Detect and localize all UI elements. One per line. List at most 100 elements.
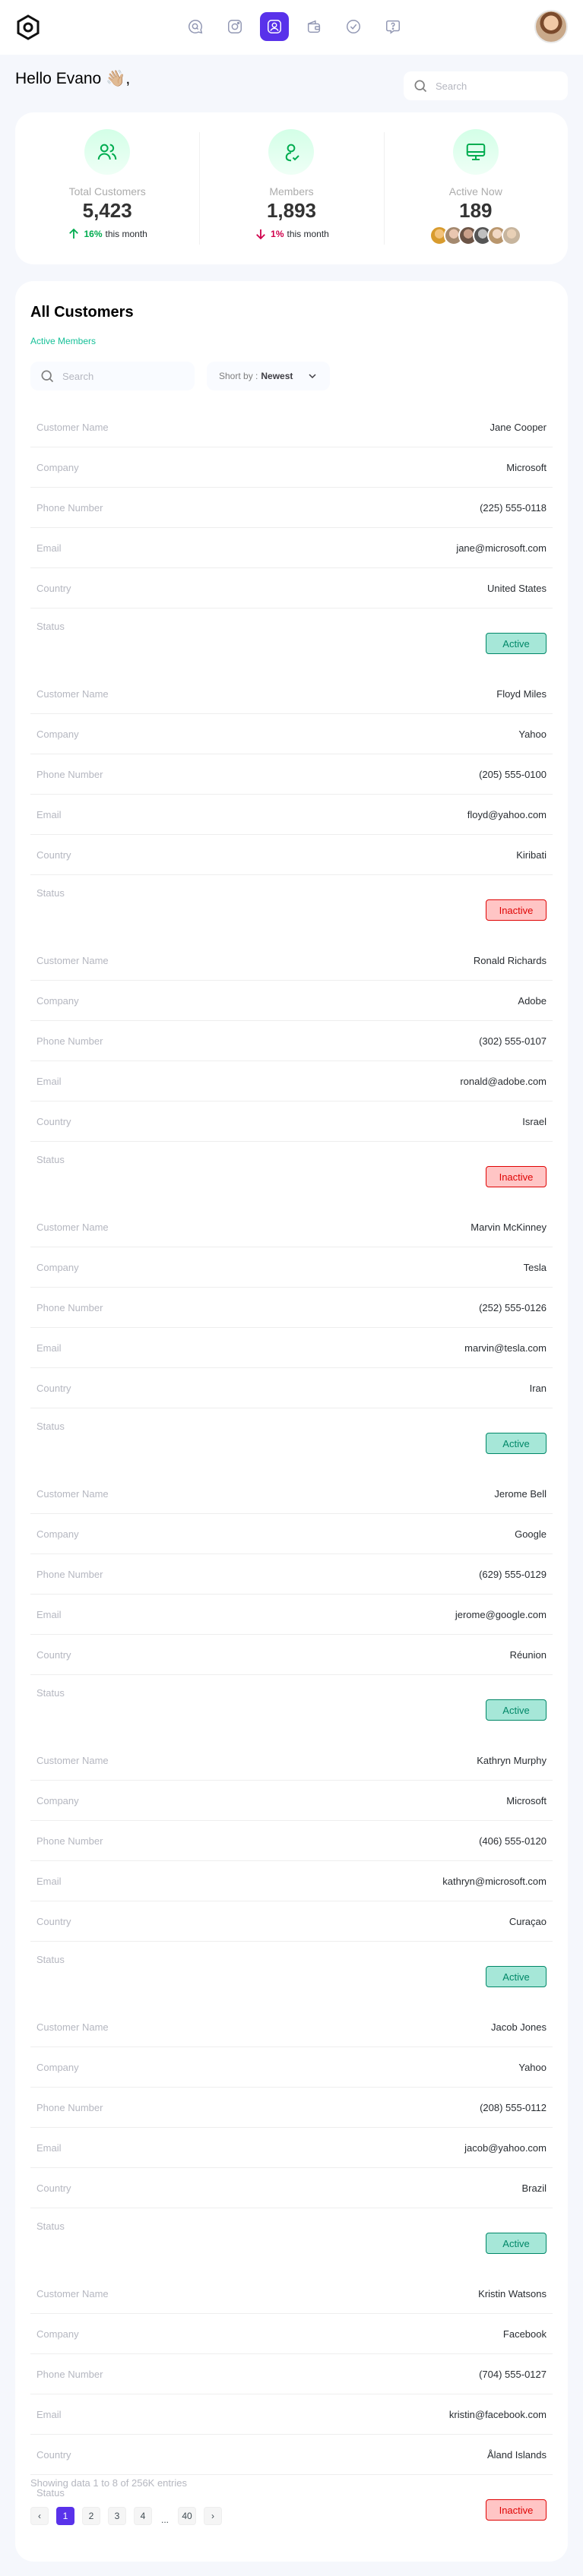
field-value-company: Tesla <box>523 1261 547 1273</box>
page-button-last[interactable]: 40 <box>178 2507 196 2525</box>
field-label: Company <box>36 1528 79 1540</box>
field-row-company: Company Yahoo <box>30 2047 553 2088</box>
stat-label: Active Now <box>448 185 502 198</box>
field-value-name: Kristin Watsons <box>478 2287 547 2299</box>
next-page-button[interactable]: › <box>204 2507 222 2525</box>
field-value-phone: (704) 555-0127 <box>479 2368 547 2380</box>
page-ellipsis: ... <box>160 2514 169 2525</box>
field-label: Country <box>36 2182 71 2194</box>
stat-value: 1,893 <box>266 199 317 222</box>
field-label: Customer Name <box>36 1487 109 1500</box>
main-nav <box>181 12 418 41</box>
field-row-status: Status Active <box>30 608 553 674</box>
field-row-status: Status Inactive <box>30 875 553 940</box>
field-label: Company <box>36 2328 79 2340</box>
field-value-company: Facebook <box>502 2328 547 2340</box>
nav-image[interactable] <box>220 12 249 41</box>
field-row-name: Customer Name Jacob Jones <box>30 2007 553 2047</box>
field-row-email: Email jerome@google.com <box>30 1595 553 1635</box>
field-label: Customer Name <box>36 2021 109 2033</box>
field-row-phone: Phone Number (208) 555-0112 <box>30 2088 553 2128</box>
field-label: Email <box>36 808 62 820</box>
field-value-email: floyd@yahoo.com <box>467 808 547 820</box>
field-label: Status <box>36 1954 65 1965</box>
field-value-country: Kiribati <box>516 849 547 861</box>
page-button[interactable]: 4 <box>134 2507 152 2525</box>
field-value-phone: (252) 555-0126 <box>479 1301 547 1313</box>
field-row-email: Email ronald@adobe.com <box>30 1061 553 1102</box>
field-row-country: Country Israel <box>30 1102 553 1142</box>
field-row-email: Email jane@microsoft.com <box>30 528 553 568</box>
user-icon <box>268 129 315 175</box>
field-label: Email <box>36 2141 62 2154</box>
nav-chat-search[interactable] <box>181 12 210 41</box>
pagination: ‹ 1 2 3 4 ... 40 › <box>30 2507 222 2525</box>
status-badge: Active <box>486 2233 547 2254</box>
customer-search[interactable] <box>30 362 195 390</box>
field-label: Phone Number <box>36 1568 103 1580</box>
global-search[interactable] <box>404 71 568 100</box>
stat-total-customers: Total Customers 5,423 16% this month <box>15 112 199 264</box>
entries-summary: Showing data 1 to 8 of 256K entries <box>30 2477 187 2489</box>
global-search-input[interactable] <box>436 80 550 92</box>
nav-badge[interactable] <box>339 12 368 41</box>
sort-value: Newest <box>261 371 293 381</box>
field-row-company: Company Yahoo <box>30 714 553 754</box>
field-value-email: jane@microsoft.com <box>456 542 547 554</box>
field-label: Status <box>36 1421 65 1432</box>
logo-icon[interactable] <box>15 14 41 40</box>
avatar[interactable] <box>502 226 522 245</box>
field-label: Phone Number <box>36 501 103 514</box>
user-profile-icon <box>268 20 281 33</box>
page-button[interactable]: 3 <box>108 2507 126 2525</box>
nav-customers[interactable] <box>260 12 289 41</box>
field-label: Phone Number <box>36 1835 103 1847</box>
field-value-name: Jerome Bell <box>494 1487 547 1500</box>
change-value: 16% <box>84 229 103 239</box>
field-label: Company <box>36 994 79 1007</box>
nav-wallet[interactable] <box>299 12 328 41</box>
chat-search-icon <box>189 20 203 34</box>
stat-value: 189 <box>459 199 493 222</box>
page-title: All Customers <box>30 304 134 321</box>
user-avatar[interactable] <box>534 10 568 43</box>
field-label: Company <box>36 1794 79 1806</box>
customer-search-input[interactable] <box>62 370 176 382</box>
field-row-name: Customer Name Jerome Bell <box>30 1474 553 1514</box>
field-value-email: marvin@tesla.com <box>464 1342 547 1354</box>
page-button[interactable]: 1 <box>56 2507 74 2525</box>
field-row-email: Email kathryn@microsoft.com <box>30 1861 553 1901</box>
stat-change: 1% this month <box>254 227 329 241</box>
prev-page-button[interactable]: ‹ <box>30 2507 49 2525</box>
field-value-email: kristin@facebook.com <box>448 2408 547 2420</box>
field-label: Customer Name <box>36 1221 109 1233</box>
field-value-country: Israel <box>522 1115 547 1127</box>
field-label: Country <box>36 1648 71 1661</box>
field-label: Status <box>36 2220 65 2232</box>
field-label: Status <box>36 1687 65 1699</box>
field-row-status: Status Active <box>30 1942 553 2007</box>
field-row-name: Customer Name Ronald Richards <box>30 940 553 981</box>
nav-help[interactable] <box>379 12 407 41</box>
field-label: Customer Name <box>36 421 109 433</box>
field-label: Status <box>36 2487 65 2499</box>
field-row-name: Customer Name Kathryn Murphy <box>30 1740 553 1781</box>
field-value-country: Brazil <box>521 2182 547 2194</box>
page-button[interactable]: 2 <box>82 2507 100 2525</box>
field-value-name: Jacob Jones <box>491 2021 547 2033</box>
field-label: Phone Number <box>36 768 103 780</box>
field-row-country: Country United States <box>30 568 553 608</box>
field-row-company: Company Adobe <box>30 981 553 1021</box>
field-label: Country <box>36 1115 71 1127</box>
field-label: Phone Number <box>36 2368 103 2380</box>
customer-record: Customer Name Jerome Bell Company Google Pho… <box>30 1474 553 1740</box>
stat-change: 16% this month <box>67 227 147 241</box>
sort-dropdown[interactable]: Short by : Newest <box>207 362 330 390</box>
field-value-company: Microsoft <box>506 1794 547 1806</box>
active-members-link[interactable]: Active Members <box>30 336 96 346</box>
field-row-status: Status Active <box>30 1408 553 1474</box>
field-value-phone: (302) 555-0107 <box>479 1035 547 1047</box>
field-value-email: ronald@adobe.com <box>460 1075 547 1087</box>
stats-card: Total Customers 5,423 16% this month Mem… <box>15 112 568 264</box>
change-text: this month <box>105 229 147 239</box>
